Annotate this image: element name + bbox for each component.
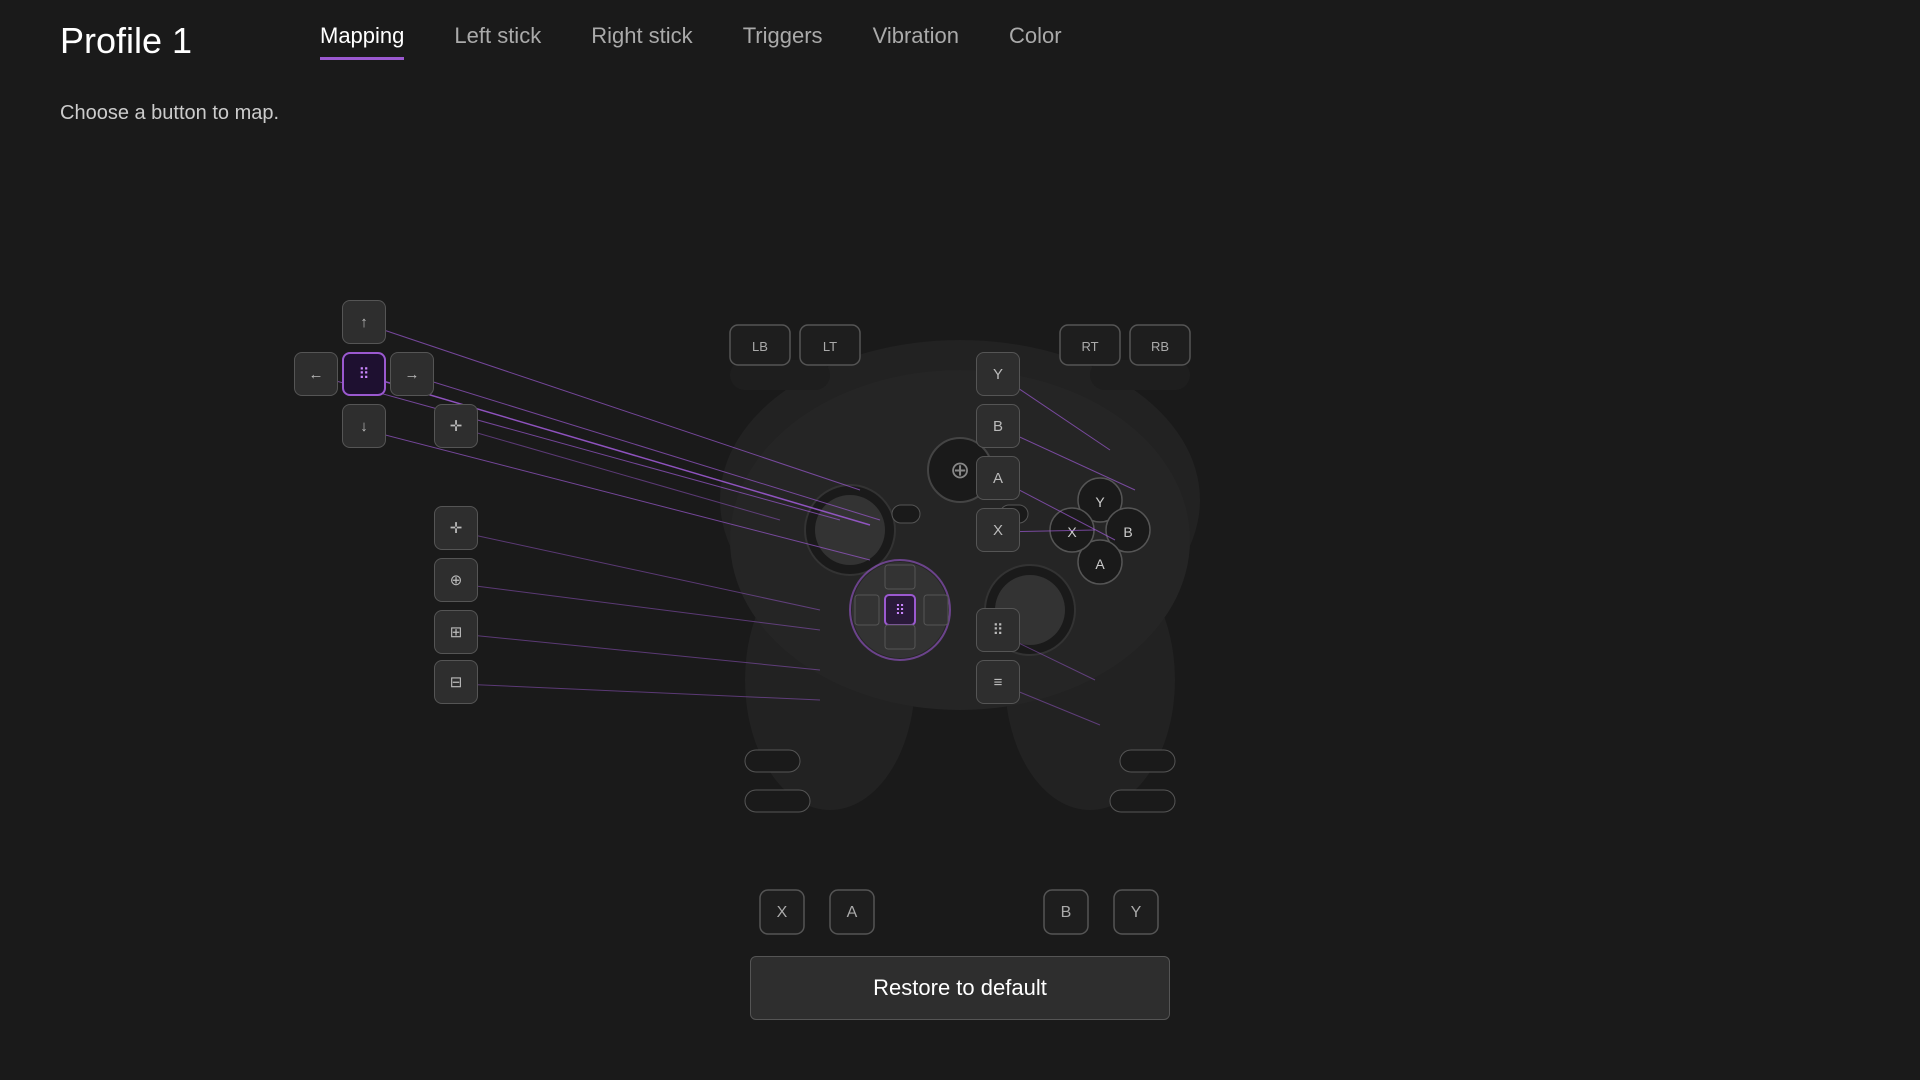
view-button[interactable]	[892, 505, 920, 523]
svg-text:RT: RT	[1081, 339, 1098, 354]
dpad-down[interactable]	[885, 625, 915, 649]
right-paddle-1[interactable]	[1120, 750, 1175, 772]
controller-overlay: ⊕ ⠿ Y B	[0, 100, 1920, 1050]
restore-default-button[interactable]: Restore to default	[750, 956, 1170, 1020]
tab-vibration[interactable]: Vibration	[873, 23, 959, 60]
svg-text:RB: RB	[1151, 339, 1169, 354]
svg-text:LT: LT	[823, 339, 837, 354]
tab-right-stick[interactable]: Right stick	[591, 23, 692, 60]
left-paddle-2[interactable]	[745, 790, 810, 812]
btn-dpad-down[interactable]: ↓	[342, 404, 386, 448]
dpad-right[interactable]	[924, 595, 948, 625]
svg-text:B: B	[1061, 904, 1072, 921]
header: Profile 1 Mapping Left stick Right stick…	[0, 0, 1920, 82]
svg-text:Y: Y	[1095, 494, 1105, 510]
btn-x-right[interactable]: X	[976, 508, 1020, 552]
tab-triggers[interactable]: Triggers	[743, 23, 823, 60]
tab-mapping[interactable]: Mapping	[320, 23, 404, 60]
btn-b-right[interactable]: B	[976, 404, 1020, 448]
right-paddle-2[interactable]	[1110, 790, 1175, 812]
controller-body-group: ⊕ ⠿ Y B	[720, 325, 1200, 934]
svg-text:⠿: ⠿	[895, 602, 905, 618]
btn-dpad-v3[interactable]: ⊕	[434, 558, 478, 602]
btn-dpad-right[interactable]: →	[390, 352, 434, 396]
btn-a-right[interactable]: A	[976, 456, 1020, 500]
svg-text:X: X	[1067, 524, 1077, 540]
btn-dpad-v2[interactable]: ✛	[434, 506, 478, 550]
left-paddle-1[interactable]	[745, 750, 800, 772]
tab-color[interactable]: Color	[1009, 23, 1062, 60]
svg-text:X: X	[777, 904, 788, 921]
btn-dpad-up[interactable]: ↑	[342, 300, 386, 344]
svg-text:Y: Y	[1131, 904, 1142, 921]
svg-text:B: B	[1123, 524, 1132, 540]
dpad-up[interactable]	[885, 565, 915, 589]
dpad-left[interactable]	[855, 595, 879, 625]
tab-left-stick[interactable]: Left stick	[454, 23, 541, 60]
btn-dpad-v1[interactable]: ✛	[434, 404, 478, 448]
svg-text:A: A	[1095, 556, 1105, 572]
svg-text:A: A	[847, 904, 858, 921]
svg-text:LB: LB	[752, 339, 768, 354]
btn-dpad-left[interactable]: ←	[294, 352, 338, 396]
btn-dpad-center[interactable]: ⠿	[342, 352, 386, 396]
controller-diagram-svg: ⊕ ⠿ Y B	[0, 100, 1920, 970]
btn-paddle-r2[interactable]: ≡	[976, 660, 1020, 704]
tabs-nav: Mapping Left stick Right stick Triggers …	[320, 23, 1062, 60]
btn-dpad-v5[interactable]: ⊟	[434, 660, 478, 704]
profile-title: Profile 1	[60, 20, 260, 62]
btn-y-right[interactable]: Y	[976, 352, 1020, 396]
btn-dpad-v4[interactable]: ⊞	[434, 610, 478, 654]
btn-paddle-r1[interactable]: ⠿	[976, 608, 1020, 652]
svg-text:⊕: ⊕	[950, 457, 970, 484]
